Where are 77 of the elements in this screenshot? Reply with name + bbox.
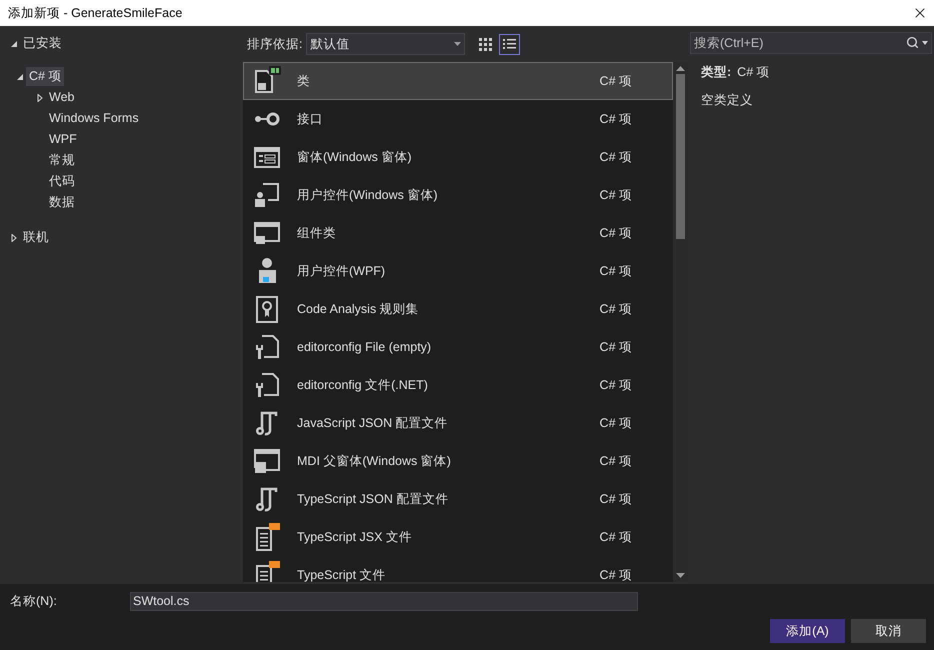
template-item[interactable]: 接口 C# 项 <box>243 100 673 138</box>
item-type: C# 项 <box>600 566 632 582</box>
item-name: 类 <box>297 72 311 90</box>
tree-item[interactable]: 联机 <box>20 228 52 247</box>
tree-item[interactable]: WPF <box>46 130 80 149</box>
item-type: C# 项 <box>600 490 632 508</box>
item-type: C# 项 <box>600 376 632 394</box>
class-file-icon <box>252 66 282 96</box>
item-name: TypeScript JSX 文件 <box>297 528 413 546</box>
expanded-caret-icon[interactable] <box>10 40 18 48</box>
item-name: TypeScript JSON 配置文件 <box>297 490 450 508</box>
item-name: Code Analysis 规则集 <box>297 300 420 318</box>
item-type: C# 项 <box>600 528 632 546</box>
tree-item[interactable]: C# 项 <box>26 67 64 86</box>
item-type: C# 项 <box>600 414 632 432</box>
template-item[interactable]: 用户控件(WPF) C# 项 <box>243 252 673 290</box>
scroll-thumb[interactable] <box>676 74 685 239</box>
item-name: JavaScript JSON 配置文件 <box>297 414 449 432</box>
search-icon[interactable] <box>906 36 919 49</box>
add-button[interactable]: 添加(A) <box>770 619 845 643</box>
item-type: C# 项 <box>600 300 632 318</box>
template-item[interactable]: JavaScript JSON 配置文件 C# 项 <box>243 404 673 442</box>
item-name: 窗体(Windows 窗体) <box>297 148 413 166</box>
tree-item[interactable]: 数据 <box>46 193 78 212</box>
sort-label: 排序依据: <box>247 36 302 53</box>
scrollbar[interactable] <box>673 62 688 582</box>
item-type: C# 项 <box>600 338 632 356</box>
dropdown-caret-icon <box>454 42 462 46</box>
window-title: 添加新项 - GenerateSmileFace <box>8 4 182 22</box>
item-type: C# 项 <box>600 224 632 242</box>
name-field[interactable]: SWtool.cs <box>130 592 638 610</box>
name-label: 名称(N): <box>9 592 58 610</box>
item-type: C# 项 <box>600 110 632 128</box>
grid-icon <box>479 38 492 50</box>
item-type: C# 项 <box>600 148 632 166</box>
list-view-button[interactable] <box>499 34 520 54</box>
template-item[interactable]: TypeScript JSX 文件 C# 项 <box>243 518 673 556</box>
item-type: C# 项 <box>600 452 632 470</box>
item-type: C# 项 <box>600 72 632 90</box>
tree-item[interactable]: 已安装 <box>20 34 65 53</box>
expanded-caret-icon[interactable] <box>16 72 24 80</box>
tree-item[interactable]: 常规 <box>46 151 78 170</box>
item-description: 空类定义 <box>701 92 754 109</box>
user-control-icon <box>252 180 282 210</box>
template-item[interactable]: TypeScript 文件 C# 项 <box>243 556 673 582</box>
template-item[interactable]: MDI 父窗体(Windows 窗体) C# 项 <box>243 442 673 480</box>
template-item[interactable]: 用户控件(Windows 窗体) C# 项 <box>243 176 673 214</box>
list-icon <box>503 38 516 50</box>
type-label: 类型: <box>701 64 732 81</box>
item-type: C# 项 <box>600 262 632 280</box>
cancel-button[interactable]: 取消 <box>851 619 926 643</box>
collapsed-caret-icon[interactable] <box>10 234 18 242</box>
item-name: 接口 <box>297 110 324 128</box>
dropdown-caret-icon[interactable] <box>922 40 928 44</box>
template-item[interactable]: TypeScript JSON 配置文件 C# 项 <box>243 480 673 518</box>
item-name: 用户控件(Windows 窗体) <box>297 186 439 204</box>
collapsed-caret-icon[interactable] <box>36 94 44 102</box>
sort-dropdown[interactable]: 默认值 <box>306 33 466 55</box>
type-value: C# 项 <box>737 64 770 81</box>
tree-item[interactable]: 代码 <box>46 172 78 191</box>
tree-item[interactable]: Windows Forms <box>46 109 142 128</box>
item-type: C# 项 <box>600 186 632 204</box>
template-item[interactable]: 窗体(Windows 窗体) C# 项 <box>243 138 673 176</box>
item-name: editorconfig 文件(.NET) <box>297 376 429 394</box>
tree-item[interactable]: Web <box>46 88 78 107</box>
item-name: TypeScript 文件 <box>297 566 387 582</box>
item-name: 用户控件(WPF) <box>297 262 386 280</box>
item-name: MDI 父窗体(Windows 窗体) <box>297 452 452 470</box>
item-name: 组件类 <box>297 224 337 242</box>
search-field[interactable]: 搜索(Ctrl+E) <box>690 32 932 54</box>
template-item[interactable]: editorconfig 文件(.NET) C# 项 <box>243 366 673 404</box>
template-item[interactable]: editorconfig File (empty) C# 项 <box>243 328 673 366</box>
item-name: editorconfig File (empty) <box>297 338 432 356</box>
template-item[interactable]: Code Analysis 规则集 C# 项 <box>243 290 673 328</box>
mdi-form-icon <box>252 446 282 476</box>
template-item[interactable]: 类 C# 项 <box>243 62 673 100</box>
template-item[interactable]: 组件类 C# 项 <box>243 214 673 252</box>
